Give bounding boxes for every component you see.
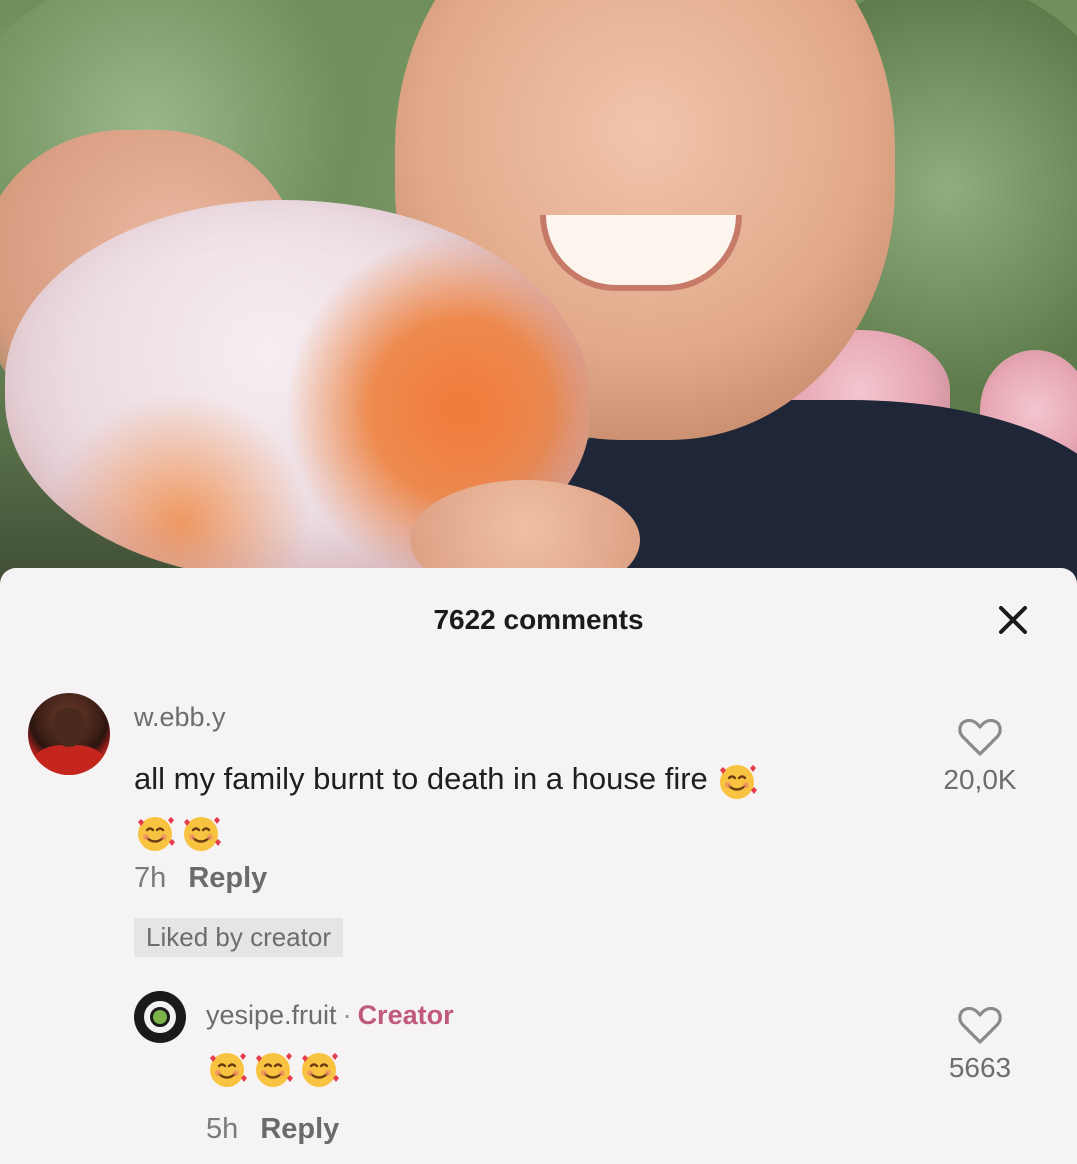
like-count: 5663 — [948, 1052, 1012, 1083]
close-icon — [999, 606, 1027, 634]
reply-text — [206, 1048, 344, 1090]
comment-meta: 7h Reply — [134, 862, 267, 895]
comment-username[interactable]: w.ebb.y — [134, 702, 226, 733]
comments-header: 7622 comments — [0, 598, 1077, 642]
creator-label: Creator — [357, 1000, 454, 1030]
reply-button[interactable]: Reply — [260, 1113, 339, 1145]
close-button[interactable] — [993, 600, 1033, 640]
comment-time: 7h — [134, 862, 167, 894]
heart-icon — [958, 718, 1002, 756]
smiling-face-with-hearts-icon — [206, 1048, 248, 1090]
comment-text: all my family burnt to death in a house … — [134, 753, 924, 857]
video-player[interactable] — [0, 0, 1077, 600]
like-count: 20,0K — [943, 764, 1017, 795]
comments-sheet: 7622 comments w.ebb.y all my family burn… — [0, 568, 1077, 1164]
reply-meta: 5h Reply — [206, 1113, 339, 1146]
reply-user-line: yesipe.fruit · Creator — [206, 1000, 454, 1031]
liked-by-creator-badge: Liked by creator — [134, 918, 343, 957]
smiling-face-with-hearts-icon — [134, 812, 176, 854]
separator-dot: · — [342, 1000, 352, 1030]
avatar[interactable] — [134, 991, 186, 1043]
like-button[interactable]: 5663 — [920, 1004, 1040, 1084]
like-button[interactable]: 20,0K — [920, 716, 1040, 796]
reply-button[interactable]: Reply — [188, 862, 267, 894]
comment-count: 7622 comments — [433, 604, 644, 635]
reply-username[interactable]: yesipe.fruit — [206, 1000, 337, 1030]
smiling-face-with-hearts-icon — [716, 760, 758, 802]
smiling-face-with-hearts-icon — [298, 1048, 340, 1090]
avatar[interactable] — [28, 693, 110, 775]
smiling-face-with-hearts-icon — [252, 1048, 294, 1090]
smiling-face-with-hearts-icon — [180, 812, 222, 854]
heart-icon — [958, 1006, 1002, 1044]
comment-body: all my family burnt to death in a house … — [134, 761, 708, 796]
reply-time: 5h — [206, 1113, 239, 1145]
